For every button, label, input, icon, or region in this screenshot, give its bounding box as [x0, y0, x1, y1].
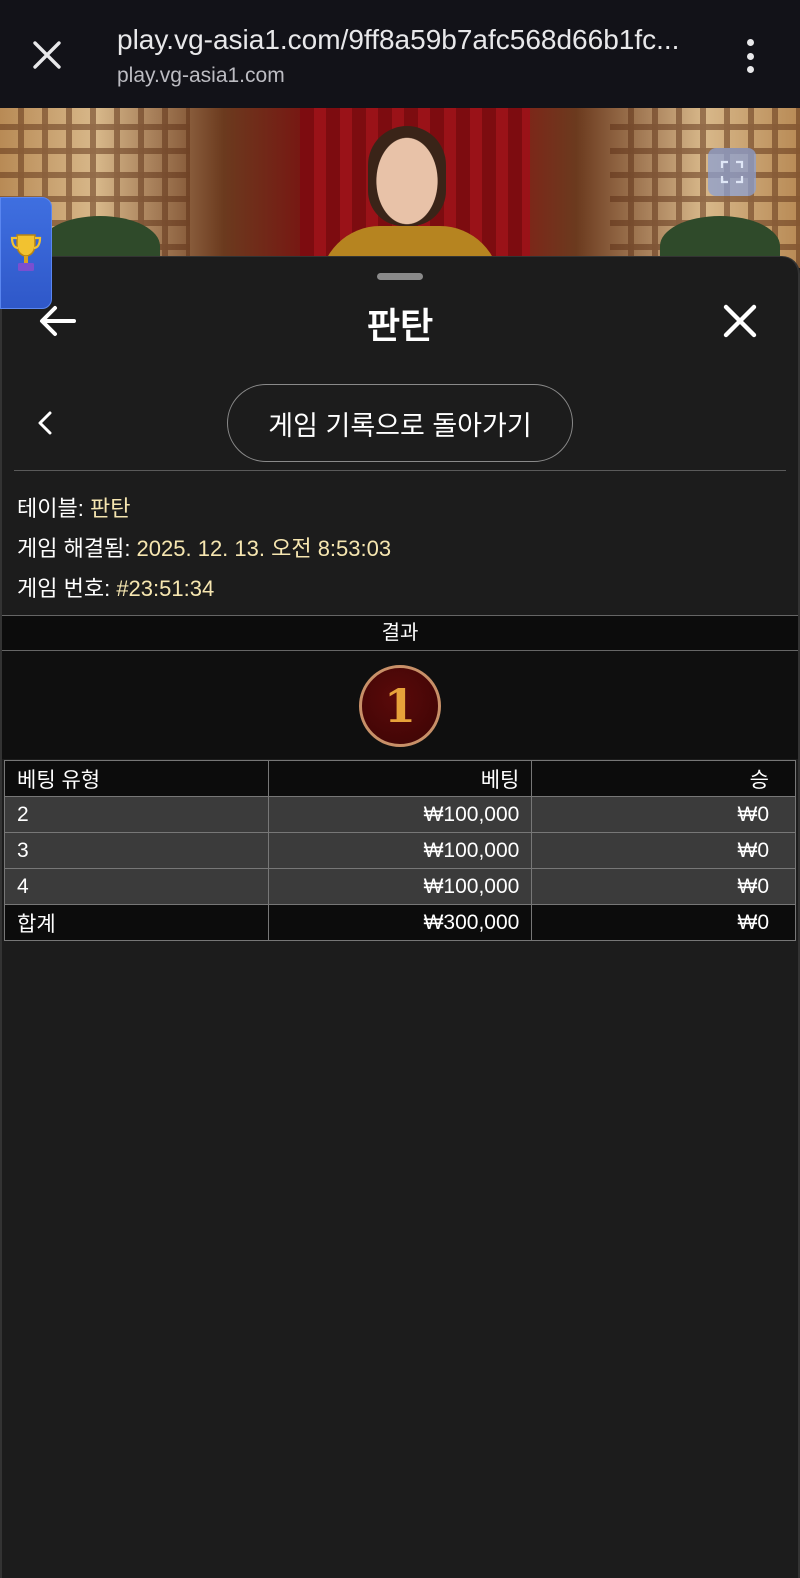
divider	[14, 470, 786, 471]
resolved-info: 게임 해결됨: 2025. 12. 13. 오전 8:53:03	[17, 531, 391, 563]
col-header-bet: 베팅	[267, 760, 533, 797]
game-number-info: 게임 번호: #23:51:34	[17, 571, 214, 603]
close-icon[interactable]	[718, 299, 762, 343]
table-value: 판탄	[89, 496, 131, 521]
drag-handle[interactable]	[377, 273, 423, 280]
bets-table: 베팅 유형 베팅 승 2 ₩100,000 ₩0 3 ₩100,000 ₩0 4…	[4, 760, 796, 941]
result-header: 결과	[2, 615, 798, 651]
bet-type-cell: 2	[4, 796, 269, 833]
result-area: 1	[2, 651, 798, 759]
game-detail-sheet: 판탄 게임 기록으로 돌아가기 테이블: 판탄 게임 해결됨: 2025. 12…	[0, 256, 800, 1578]
browser-toolbar: play.vg-asia1.com/9ff8a59b7afc568d66b1fc…	[0, 0, 800, 108]
expand-icon[interactable]	[708, 148, 756, 196]
table-info: 테이블: 판탄	[17, 491, 130, 523]
close-tab-icon[interactable]	[22, 30, 72, 80]
url-text[interactable]: play.vg-asia1.com/9ff8a59b7afc568d66b1fc…	[117, 24, 697, 56]
col-header-win: 승	[531, 760, 796, 797]
total-label-cell: 합계	[4, 904, 269, 941]
sheet-title: 판탄	[366, 305, 434, 346]
chevron-left-icon[interactable]	[30, 403, 60, 443]
resolved-label: 게임 해결됨:	[17, 536, 137, 561]
result-ball: 1	[359, 665, 441, 747]
bet-amount-cell: ₩100,000	[267, 868, 533, 905]
bet-amount-cell: ₩100,000	[267, 796, 533, 833]
table-label: 테이블:	[17, 496, 90, 521]
live-video	[0, 108, 800, 268]
table-row: 4 ₩100,000 ₩0	[4, 868, 796, 905]
bet-amount-cell: ₩100,000	[267, 832, 533, 869]
win-amount-cell: ₩0	[531, 832, 796, 869]
table-header-row: 베팅 유형 베팅 승	[4, 760, 796, 797]
col-header-bet-type: 베팅 유형	[4, 760, 269, 797]
dealer-figure-head	[368, 126, 446, 226]
more-vert-icon[interactable]	[735, 34, 765, 78]
back-to-history-button[interactable]: 게임 기록으로 돌아가기	[227, 384, 573, 462]
win-amount-cell: ₩0	[531, 796, 796, 833]
table-row: 2 ₩100,000 ₩0	[4, 796, 796, 833]
table-row: 3 ₩100,000 ₩0	[4, 832, 796, 869]
trophy-icon[interactable]	[0, 197, 52, 309]
bet-type-cell: 3	[4, 832, 269, 869]
resolved-value: 2025. 12. 13. 오전 8:53:03	[136, 536, 392, 561]
game-number-value: #23:51:34	[116, 576, 215, 601]
total-bet-cell: ₩300,000	[267, 904, 533, 941]
domain-text: play.vg-asia1.com	[117, 64, 285, 87]
game-number-label: 게임 번호:	[17, 576, 117, 601]
total-win-cell: ₩0	[531, 904, 796, 941]
win-amount-cell: ₩0	[531, 868, 796, 905]
total-row: 합계 ₩300,000 ₩0	[4, 904, 796, 941]
bet-type-cell: 4	[4, 868, 269, 905]
